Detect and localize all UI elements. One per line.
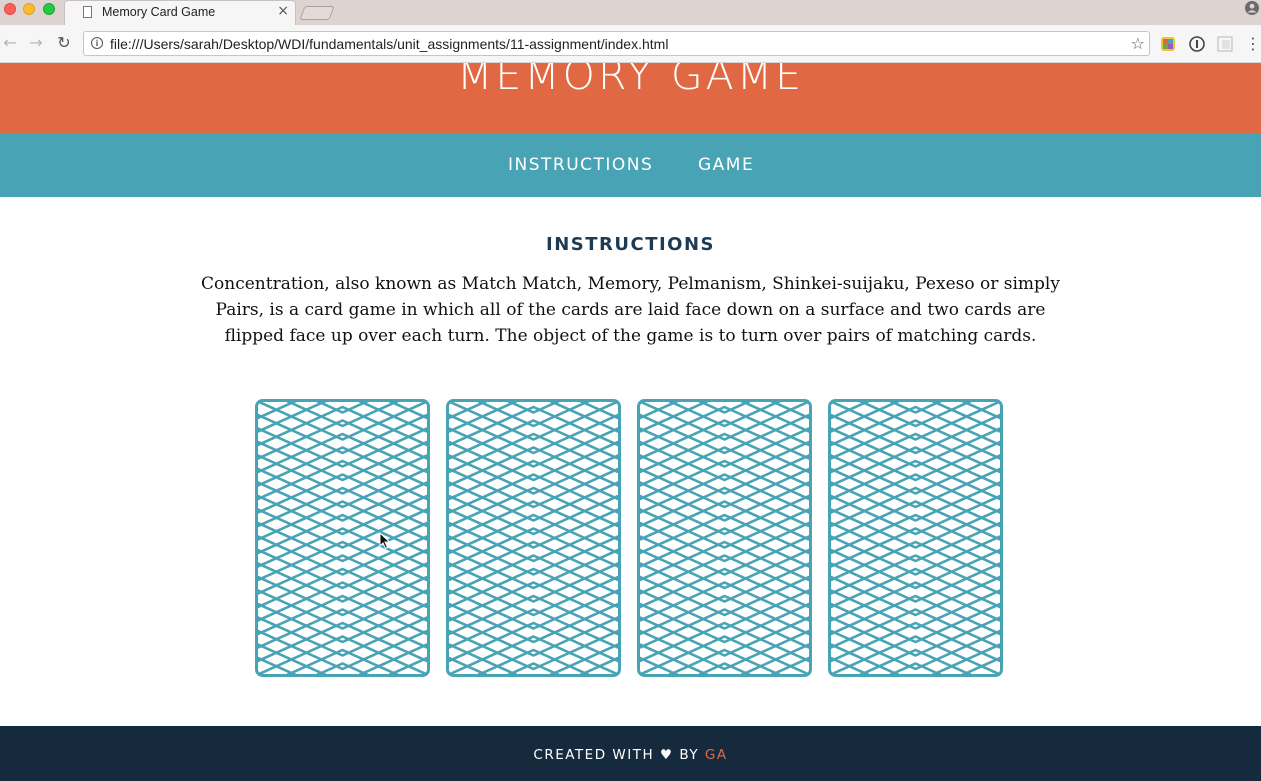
footer-prefix: CREATED WITH	[533, 747, 655, 763]
instructions-heading: INSTRUCTIONS	[546, 234, 715, 255]
page: MEMORY GAME INSTRUCTIONS GAME INSTRUCTIO…	[0, 63, 1261, 781]
nav-bar: INSTRUCTIONS GAME	[0, 134, 1261, 197]
nav-link-game[interactable]: GAME	[698, 155, 754, 175]
browser-toolbar: ← → ↻ i file:///Users/sarah/Desktop/WDI/…	[0, 25, 1261, 63]
nav-link-instructions[interactable]: INSTRUCTIONS	[508, 155, 653, 175]
url-text[interactable]: file:///Users/sarah/Desktop/WDI/fundamen…	[110, 36, 668, 52]
card-back-pattern	[255, 399, 430, 677]
browser-tab[interactable]: Memory Card Game ×	[64, 0, 296, 25]
instructions-text: Concentration, also known as Match Match…	[201, 274, 1060, 346]
page-icon	[83, 6, 92, 18]
back-arrow-icon[interactable]: ←	[0, 33, 20, 53]
card-back-pattern	[828, 399, 1003, 677]
site-header: MEMORY GAME	[0, 63, 1261, 134]
browser-tab-strip: Memory Card Game ×	[0, 0, 1261, 25]
close-window-button[interactable]	[4, 3, 16, 15]
extension-color-icon[interactable]	[1160, 36, 1176, 52]
tab-close-icon[interactable]: ×	[277, 3, 289, 19]
card-back-pattern	[637, 399, 812, 677]
heart-icon: ♥	[659, 747, 674, 763]
footer-credit: CREATED WITH ♥ BY GA	[0, 747, 1261, 763]
minimize-window-button[interactable]	[23, 3, 35, 15]
mouse-cursor-icon	[379, 532, 391, 550]
footer-brand-link[interactable]: GA	[705, 747, 728, 763]
extension-info-icon[interactable]	[1189, 36, 1205, 52]
card-back-pattern	[446, 399, 621, 677]
memory-card[interactable]	[828, 399, 1003, 677]
memory-card[interactable]	[446, 399, 621, 677]
bookmark-star-icon[interactable]: ☆	[1131, 34, 1145, 53]
browser-menu-icon[interactable]: ⋮	[1245, 34, 1261, 54]
site-footer: CREATED WITH ♥ BY GA	[0, 726, 1261, 781]
reload-icon[interactable]: ↻	[54, 33, 74, 53]
address-bar[interactable]: i file:///Users/sarah/Desktop/WDI/fundam…	[83, 31, 1150, 56]
zoom-window-button[interactable]	[43, 3, 55, 15]
memory-card[interactable]	[637, 399, 812, 677]
profile-icon[interactable]	[1245, 1, 1259, 15]
new-tab-button[interactable]	[299, 6, 335, 20]
extension-page-icon[interactable]	[1217, 36, 1233, 52]
memory-card[interactable]	[255, 399, 430, 677]
tab-title: Memory Card Game	[102, 5, 216, 19]
forward-arrow-icon[interactable]: →	[26, 33, 46, 53]
footer-by: BY	[679, 747, 700, 763]
site-title: MEMORY GAME	[457, 63, 804, 99]
info-icon[interactable]: i	[91, 37, 103, 49]
